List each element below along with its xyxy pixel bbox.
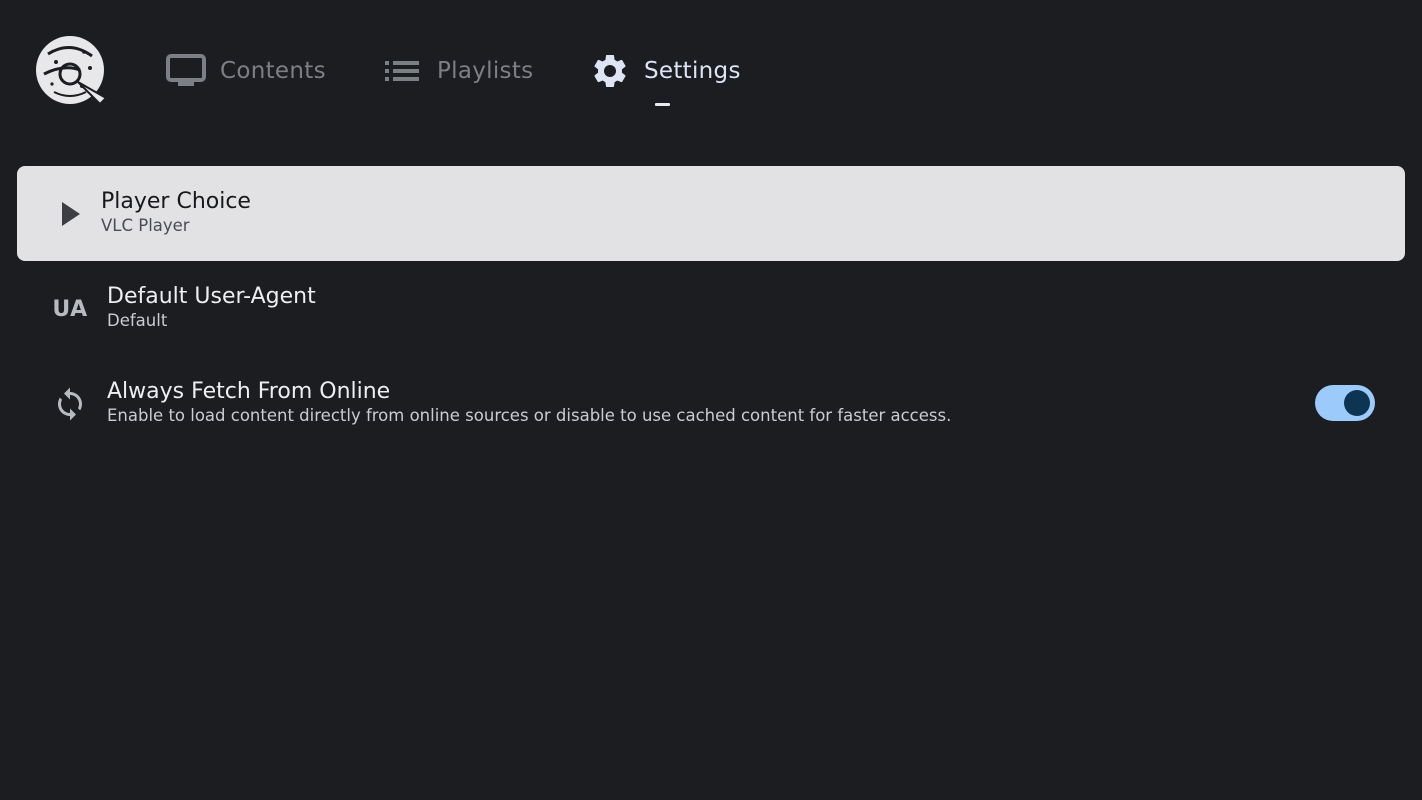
tab-label-playlists: Playlists [437, 58, 534, 84]
tab-label-contents: Contents [220, 58, 326, 84]
setting-always-fetch-online[interactable]: Always Fetch From Online Enable to load … [17, 356, 1405, 451]
setting-default-user-agent[interactable]: UA Default User-Agent Default [17, 261, 1405, 356]
list-icon [385, 61, 419, 81]
setting-title: Always Fetch From Online [107, 379, 391, 404]
ua-icon-text: UA [52, 296, 88, 322]
ua-icon: UA [51, 290, 89, 328]
setting-player-choice[interactable]: Player Choice VLC Player [17, 166, 1405, 261]
setting-text: Always Fetch From Online Enable to load … [107, 378, 951, 426]
setting-text: Player Choice VLC Player [101, 188, 251, 236]
setting-subtitle: Default [107, 311, 168, 330]
app-logo [36, 36, 108, 106]
active-tab-indicator [655, 103, 670, 106]
setting-title: Player Choice [101, 189, 251, 214]
setting-text: Default User-Agent Default [107, 283, 316, 331]
tab-playlists[interactable]: Playlists [383, 50, 533, 92]
always-fetch-toggle[interactable] [1315, 385, 1375, 421]
tab-label-settings: Settings [644, 58, 741, 84]
setting-title: Default User-Agent [107, 284, 316, 309]
settings-list: Player Choice VLC Player UA Default User… [17, 166, 1405, 451]
setting-subtitle: VLC Player [101, 216, 190, 235]
tv-icon [166, 54, 206, 86]
tab-settings[interactable]: Settings [590, 50, 741, 92]
top-navigation: Contents Playlists Settings [0, 0, 1422, 140]
tab-contents[interactable]: Contents [166, 50, 326, 92]
sync-icon [51, 385, 89, 423]
play-icon [51, 195, 89, 233]
setting-subtitle: Enable to load content directly from onl… [107, 406, 952, 425]
gear-icon [594, 54, 626, 87]
toggle-knob [1344, 390, 1370, 416]
